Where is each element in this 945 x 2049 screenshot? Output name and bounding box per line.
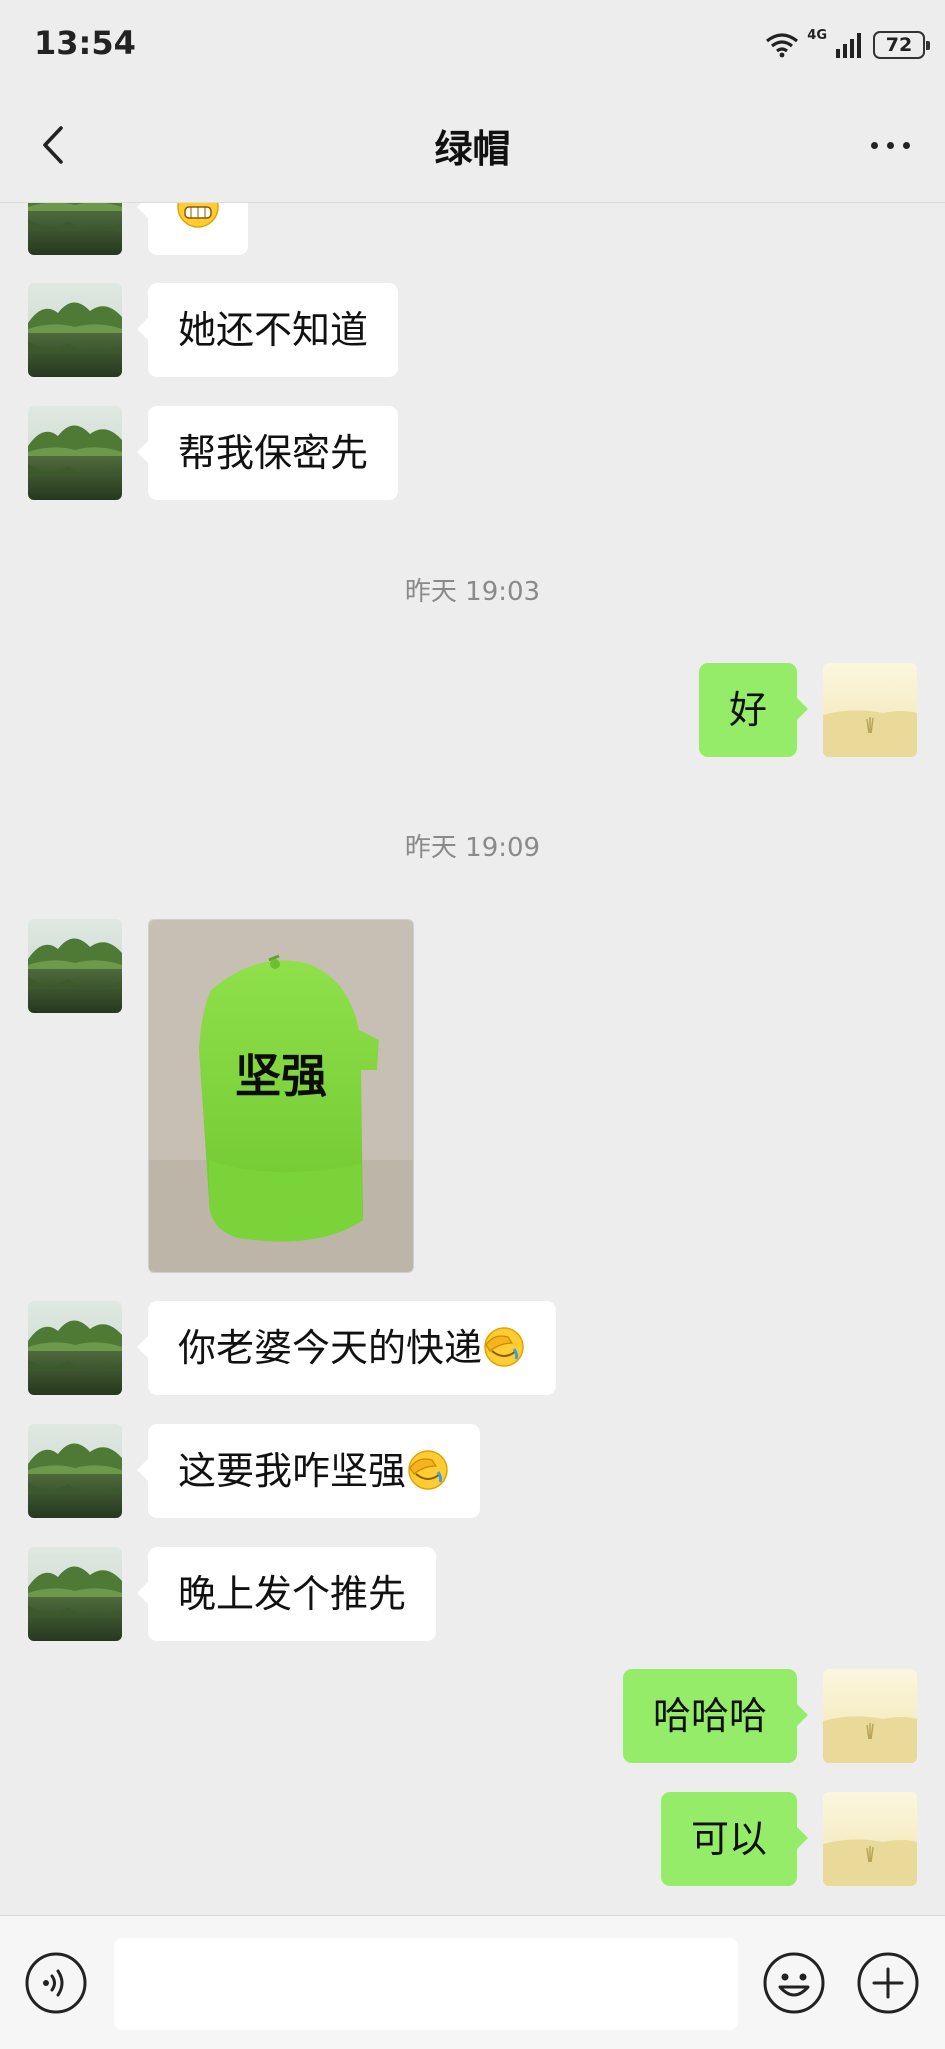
input-bar	[0, 1915, 945, 2049]
message-row: 哈哈哈	[622, 1669, 917, 1763]
message-bubble[interactable]	[137, 203, 248, 255]
battery-icon: 72	[873, 31, 930, 59]
contact-avatar[interactable]	[28, 1424, 122, 1518]
message-bubble[interactable]: 你老婆今天的快递	[136, 1301, 557, 1395]
message-row: 她还不知道	[28, 283, 399, 377]
message-row: 帮我保密先	[28, 406, 399, 500]
message-text: 这要我咋坚强	[178, 1449, 407, 1493]
status-time: 13:54	[34, 24, 136, 62]
status-bar: 13:54 4G 72	[0, 0, 945, 90]
facepalm-emoji	[484, 1326, 524, 1367]
message-input[interactable]	[114, 1938, 738, 2030]
message-bubble[interactable]: 哈哈哈	[622, 1669, 809, 1763]
message-list[interactable]: 她还不知道 帮我保密先 昨天 19:03 好 昨天 19:09 坚强 你老婆今天…	[0, 203, 945, 1915]
message-bubble[interactable]: 这要我咋坚强	[136, 1424, 481, 1518]
image-message[interactable]: 坚强	[148, 919, 414, 1273]
contact-avatar[interactable]	[28, 1301, 122, 1395]
message-text: 你老婆今天的快递	[178, 1326, 483, 1370]
my-avatar[interactable]	[823, 1669, 917, 1763]
message-bubble[interactable]: 可以	[660, 1792, 809, 1886]
grin-emoji	[177, 203, 219, 228]
facepalm-emoji	[408, 1449, 448, 1490]
wifi-icon	[766, 33, 799, 58]
timestamp: 昨天 19:03	[404, 577, 541, 607]
message-row: 这要我咋坚强	[28, 1424, 481, 1518]
voice-icon[interactable]	[24, 1951, 88, 2015]
message-bubble[interactable]: 她还不知道	[136, 283, 399, 377]
network-type: 4G	[807, 27, 827, 43]
timestamp: 昨天 19:09	[404, 833, 541, 863]
message-row: 好	[698, 663, 917, 757]
message-row: 可以	[660, 1792, 917, 1886]
my-avatar[interactable]	[823, 1792, 917, 1886]
contact-avatar[interactable]	[28, 203, 122, 255]
contact-avatar[interactable]	[28, 1547, 122, 1641]
contact-avatar[interactable]	[28, 283, 122, 377]
cap-text: 坚强	[235, 1049, 327, 1103]
plus-icon[interactable]	[856, 1951, 920, 2015]
emoji-icon[interactable]	[762, 1951, 826, 2015]
message-row: 晚上发个推先	[28, 1547, 437, 1641]
message-bubble[interactable]: 好	[698, 663, 809, 757]
signal-icon	[836, 33, 861, 58]
battery-level: 72	[885, 34, 913, 56]
message-bubble[interactable]: 帮我保密先	[136, 406, 399, 500]
chat-title: 绿帽	[434, 127, 511, 171]
my-avatar[interactable]	[823, 663, 917, 757]
status-icons: 4G 72	[765, 26, 930, 64]
message-row: 坚强	[28, 919, 414, 1273]
contact-avatar[interactable]	[28, 406, 122, 500]
message-row	[28, 203, 248, 255]
chat-header: 绿帽	[0, 90, 945, 203]
more-dots-icon[interactable]	[857, 120, 923, 170]
message-row: 你老婆今天的快递	[28, 1301, 557, 1395]
message-bubble[interactable]: 晚上发个推先	[136, 1547, 437, 1641]
green-cap-photo: 坚强	[149, 920, 413, 1272]
contact-avatar[interactable]	[28, 919, 122, 1013]
